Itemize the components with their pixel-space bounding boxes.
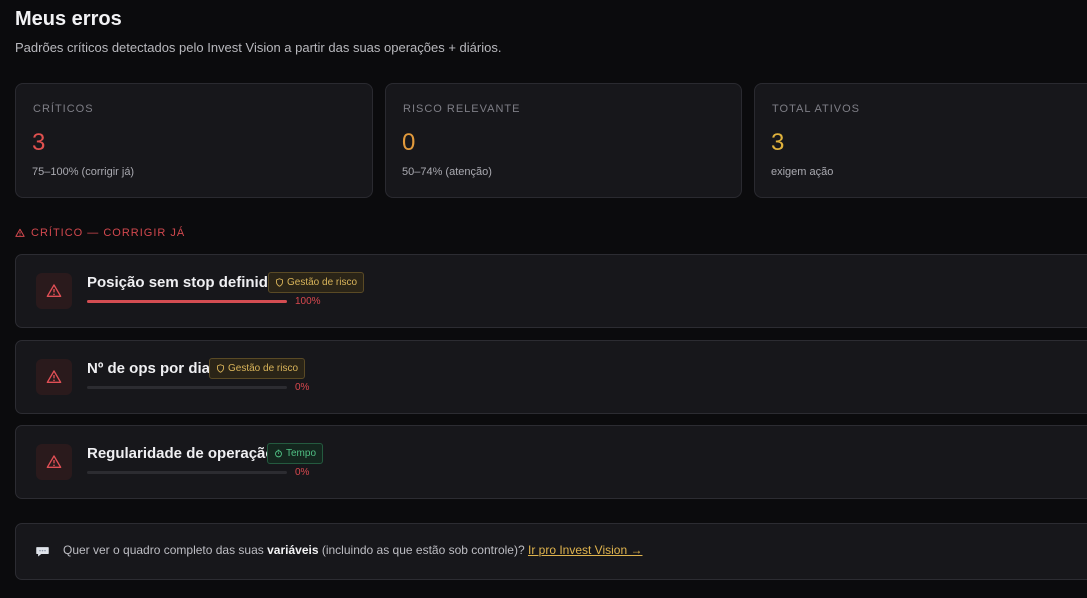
progress-percent: 100% [295, 296, 321, 307]
clock-icon [275, 449, 282, 458]
cta-text-before: Quer ver o quadro completo das suas [63, 543, 268, 557]
error-name: Posição sem stop definido [87, 274, 278, 291]
stat-value: 0 [402, 129, 416, 156]
stat-card-criticos: CRÍTICOS 3 75–100% (corrigir já) [15, 83, 373, 198]
error-card[interactable]: Nº de ops por dia Gestão de risco 0% [15, 340, 1087, 414]
section-header-critico: CRÍTICO — CORRIGIR JÁ [15, 227, 185, 239]
progress-fill [87, 300, 287, 303]
stat-card-total-ativos: TOTAL ATIVOS 3 exigem ação [754, 83, 1087, 198]
section-title: CRÍTICO — CORRIGIR JÁ [31, 227, 186, 239]
page-subtitle: Padrões críticos detectados pelo Invest … [15, 40, 502, 55]
warning-triangle-icon [46, 284, 62, 297]
page-title: Meus erros [15, 8, 122, 30]
shield-icon [276, 278, 283, 287]
stat-card-risco-relevante: RISCO RELEVANTE 0 50–74% (atenção) [385, 83, 742, 198]
progress-track [87, 471, 287, 474]
error-name: Regularidade de operação [87, 445, 275, 462]
category-tag: Gestão de risco [268, 272, 365, 293]
progress-percent: 0% [295, 382, 310, 393]
stat-value: 3 [32, 129, 46, 156]
cta-text-bold: variáveis [267, 543, 319, 557]
category-tag-label: Gestão de risco [228, 363, 299, 374]
error-name: Nº de ops por dia [87, 360, 210, 377]
stat-note: exigem ação [771, 166, 834, 178]
speech-bubble-icon [35, 545, 50, 563]
error-card[interactable]: Regularidade de operação Tempo 0% [15, 425, 1087, 499]
warning-triangle-icon [15, 228, 25, 237]
progress-track [87, 386, 287, 389]
warning-triangle-icon [46, 370, 62, 383]
category-tag-label: Gestão de risco [287, 277, 358, 288]
stat-label: CRÍTICOS [33, 103, 94, 115]
cta-text: Quer ver o quadro completo das suas vari… [63, 543, 642, 557]
category-tag-label: Tempo [286, 448, 317, 459]
stat-note: 50–74% (atenção) [402, 166, 492, 178]
progress-percent: 0% [295, 467, 310, 478]
invest-vision-cta: Quer ver o quadro completo das suas vari… [15, 523, 1087, 580]
error-icon-box [36, 359, 72, 395]
warning-triangle-icon [46, 455, 62, 468]
invest-vision-link[interactable]: Ir pro Invest Vision → [528, 543, 643, 557]
error-card[interactable]: Posição sem stop definido Gestão de risc… [15, 254, 1087, 328]
category-tag: Gestão de risco [209, 358, 306, 379]
stat-note: 75–100% (corrigir já) [32, 166, 135, 178]
error-icon-box [36, 444, 72, 480]
shield-icon [217, 364, 224, 373]
category-tag: Tempo [267, 443, 324, 464]
cta-text-after: (incluindo as que estão sob controle)? [318, 543, 528, 557]
stat-label: RISCO RELEVANTE [403, 103, 521, 115]
page: Meus erros Padrões críticos detectados p… [0, 0, 1087, 598]
stat-value: 3 [771, 129, 785, 156]
error-icon-box [36, 273, 72, 309]
progress-track [87, 300, 287, 303]
stat-label: TOTAL ATIVOS [772, 103, 861, 115]
